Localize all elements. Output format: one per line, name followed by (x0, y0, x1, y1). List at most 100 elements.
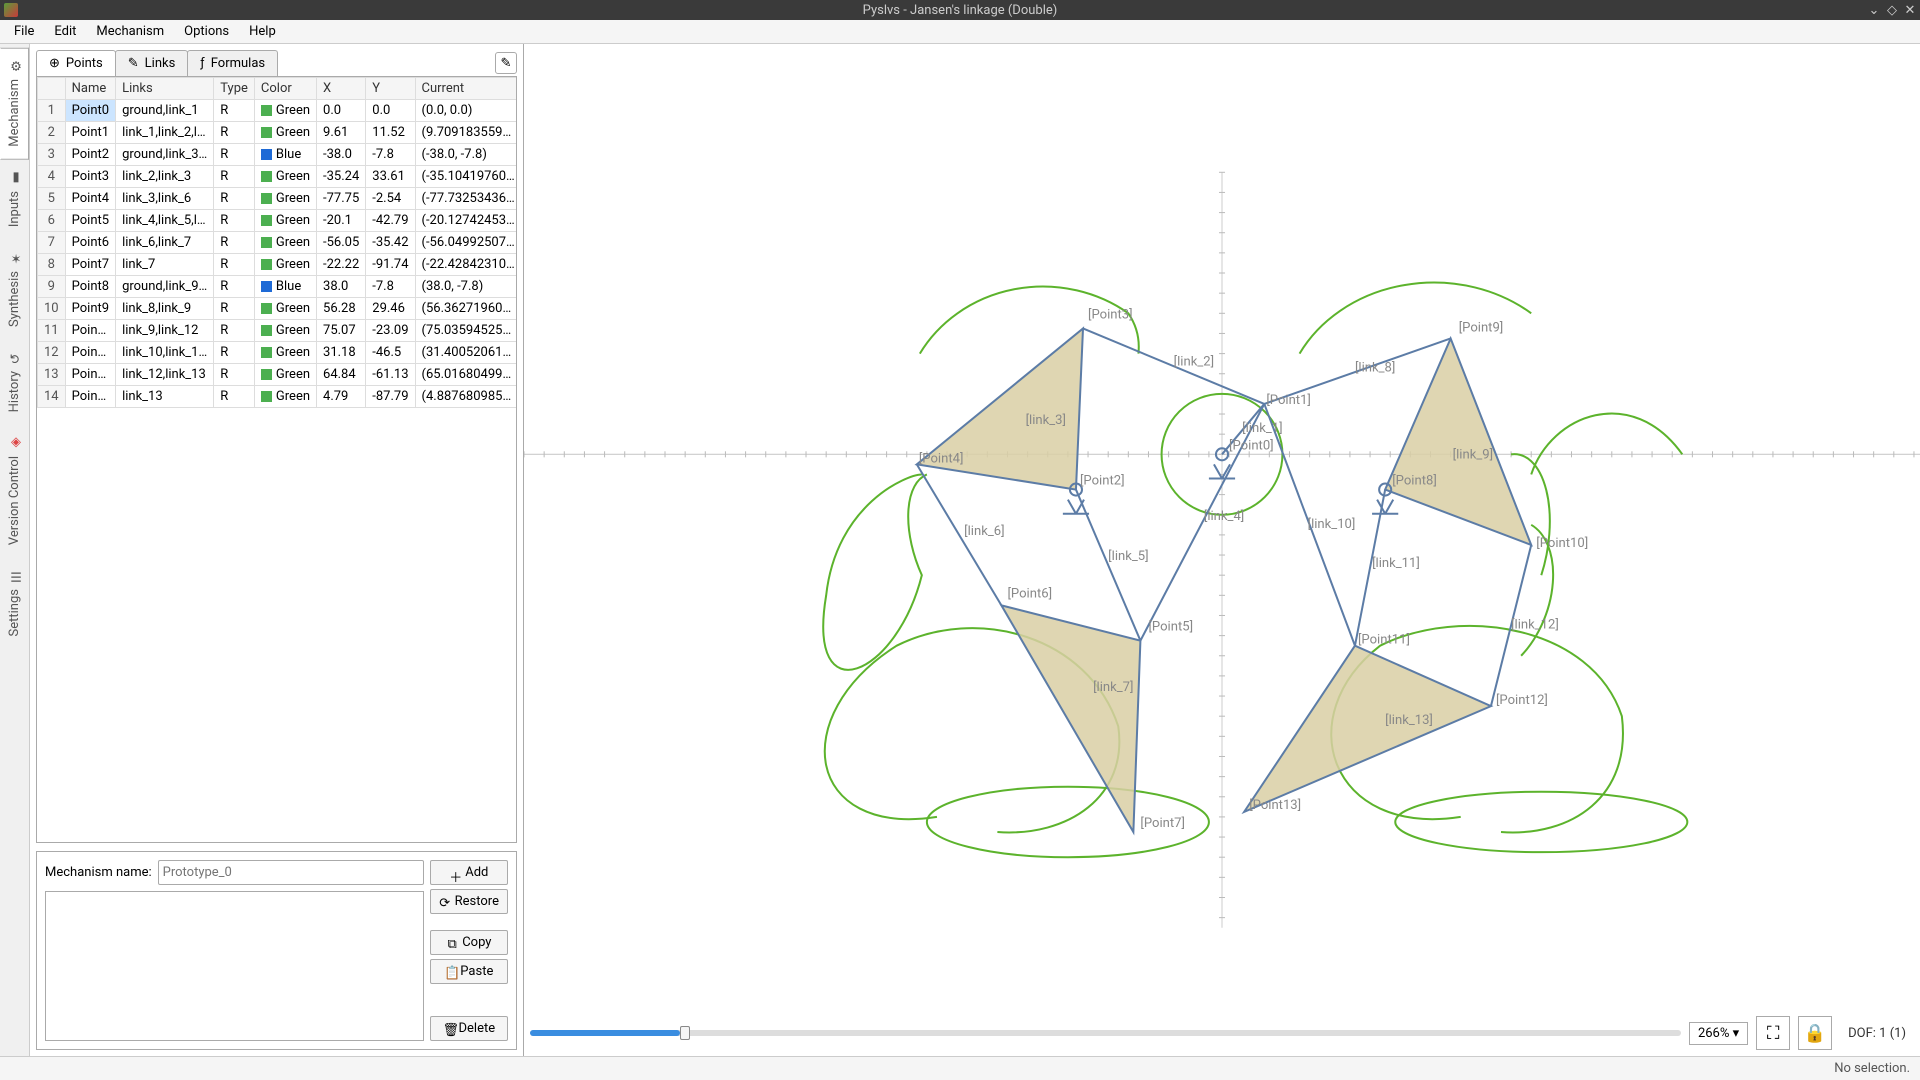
menu-mechanism[interactable]: Mechanism (86, 21, 174, 42)
menubar: File Edit Mechanism Options Help (0, 20, 1920, 44)
svg-text:[link_8]: [link_8] (1355, 361, 1395, 376)
table-row[interactable]: 3 Point2 ground,link_3…R Blue -38.0-7.8(… (38, 144, 518, 166)
table-row[interactable]: 14 Poin… link_13R Green 4.79-87.79(4.887… (38, 386, 518, 408)
table-row[interactable]: 11 Poin… link_9,link_12R Green 75.07-23.… (38, 320, 518, 342)
delete-button[interactable]: 🗑Delete (430, 1016, 508, 1041)
col-y[interactable]: Y (366, 78, 415, 100)
mechanism-panel: ⊕Points ✎Links ƒFormulas ✎ Name Links Ty… (30, 44, 524, 1056)
svg-text:[Point2]: [Point2] (1080, 474, 1125, 489)
svg-text:[link_11]: [link_11] (1372, 556, 1420, 571)
expand-icon: ⛶ (1767, 1023, 1780, 1044)
sidebar-tab-mechanism[interactable]: Mechanism⚙ (0, 48, 29, 160)
table-row[interactable]: 2 Point1 link_1,link_2,l…R Green 9.6111.… (38, 122, 518, 144)
copy-button[interactable]: ⧉Copy (430, 930, 508, 955)
pencil-icon: ✎ (501, 56, 512, 71)
svg-text:[Point9]: [Point9] (1459, 320, 1504, 335)
col-name[interactable]: Name (65, 78, 115, 100)
sidebar-tab-synthesis[interactable]: Synthesis✶ (0, 240, 29, 340)
mech-name-input[interactable] (158, 860, 424, 885)
close-icon[interactable]: ✕ (1904, 4, 1916, 16)
zoom-dropdown[interactable]: 266% ▾ (1689, 1022, 1748, 1045)
mech-name-label: Mechanism name: (45, 865, 152, 880)
point-icon: ⊕ (49, 56, 60, 71)
svg-text:[Point0]: [Point0] (1229, 438, 1274, 453)
lock-icon: 🔒 (1804, 1023, 1826, 1044)
svg-text:[Point5]: [Point5] (1148, 620, 1193, 635)
svg-text:[link_2]: [link_2] (1174, 355, 1214, 370)
table-row[interactable]: 10 Point9 link_8,link_9R Green 56.2829.4… (38, 298, 518, 320)
restore-button[interactable]: ⟳Restore (430, 889, 508, 914)
app-icon (4, 3, 18, 17)
table-row[interactable]: 8 Point7 link_7R Green -22.22-91.74(-22.… (38, 254, 518, 276)
synthesis-icon: ✶ (9, 253, 21, 265)
svg-text:[Point7]: [Point7] (1140, 816, 1185, 831)
titlebar: Pyslvs - Jansen's linkage (Double) ⌄ ◇ ✕ (0, 0, 1920, 20)
menu-edit[interactable]: Edit (44, 21, 86, 42)
inputs-icon: ▮ (9, 173, 21, 185)
col-type[interactable]: Type (214, 78, 255, 100)
svg-text:[link_10]: [link_10] (1308, 517, 1356, 532)
table-row[interactable]: 12 Poin… link_10,link_1…R Green 31.18-46… (38, 342, 518, 364)
table-row[interactable]: 4 Point3 link_2,link_3R Green -35.2433.6… (38, 166, 518, 188)
col-links[interactable]: Links (116, 78, 214, 100)
table-row[interactable]: 7 Point6 link_6,link_7R Green -56.05-35.… (38, 232, 518, 254)
svg-text:[link_6]: [link_6] (964, 524, 1004, 539)
svg-text:[Point8]: [Point8] (1392, 474, 1437, 489)
link-icon: ✎ (128, 56, 139, 71)
tab-points[interactable]: ⊕Points (36, 50, 116, 76)
svg-text:[Point6]: [Point6] (1007, 586, 1052, 601)
mechanism-canvas[interactable]: [Point0] [Point1] [Point2] [Point3] [Poi… (524, 44, 1920, 1056)
sliders-icon: ☰ (9, 571, 21, 583)
table-row[interactable]: 5 Point4 link_3,link_6R Green -77.75-2.5… (38, 188, 518, 210)
table-row[interactable]: 9 Point8 ground,link_9…R Blue 38.0-7.8(3… (38, 276, 518, 298)
col-current[interactable]: Current (415, 78, 517, 100)
sidebar-tab-settings[interactable]: Settings☰ (0, 558, 29, 649)
svg-text:[link_1]: [link_1] (1242, 421, 1282, 436)
tab-links[interactable]: ✎Links (115, 50, 189, 76)
minimize-icon[interactable]: ⌄ (1868, 4, 1880, 16)
menu-file[interactable]: File (4, 21, 44, 42)
git-icon: ◈ (9, 438, 21, 450)
lock-view-button[interactable]: 🔒 (1798, 1016, 1832, 1050)
frame-slider[interactable] (530, 1030, 1681, 1036)
paste-icon: 📋 (444, 966, 456, 978)
paste-button[interactable]: 📋Paste (430, 959, 508, 984)
status-text: No selection. (1834, 1061, 1910, 1076)
sidebar-tab-version[interactable]: Version Control◈ (0, 425, 29, 558)
formula-icon: ƒ (200, 56, 204, 71)
col-x[interactable]: X (317, 78, 366, 100)
fit-view-button[interactable]: ⛶ (1756, 1016, 1790, 1050)
plus-icon: ＋ (449, 867, 461, 879)
sidebar-tab-inputs[interactable]: Inputs▮ (0, 160, 29, 240)
restore-icon: ⟳ (439, 896, 451, 908)
svg-text:[Point13]: [Point13] (1249, 798, 1301, 813)
add-button[interactable]: ＋Add (430, 860, 508, 885)
gear-icon: ⚙ (9, 61, 21, 73)
trash-icon: 🗑 (443, 1023, 455, 1035)
svg-text:[link_5]: [link_5] (1108, 549, 1148, 564)
svg-text:[link_9]: [link_9] (1453, 447, 1493, 462)
sidebar-tab-history[interactable]: History↺ (0, 340, 29, 425)
maximize-icon[interactable]: ◇ (1886, 4, 1898, 16)
menu-options[interactable]: Options (174, 21, 239, 42)
dof-label: DOF: 1 (1) (1840, 1023, 1914, 1044)
statusbar: No selection. (0, 1056, 1920, 1080)
edit-table-button[interactable]: ✎ (495, 52, 517, 74)
svg-text:[Point4]: [Point4] (919, 451, 964, 466)
storage-panel: Mechanism name: ＋Add ⟳Restore ⧉Copy 📋Pas… (36, 851, 517, 1050)
svg-text:[Point10]: [Point10] (1536, 536, 1588, 551)
menu-help[interactable]: Help (239, 21, 286, 42)
tab-formulas[interactable]: ƒFormulas (187, 50, 278, 76)
table-row[interactable]: 13 Poin… link_12,link_13R Green 64.84-61… (38, 364, 518, 386)
svg-text:[Point1]: [Point1] (1266, 393, 1311, 408)
svg-text:[link_7]: [link_7] (1093, 680, 1133, 695)
points-table[interactable]: Name Links Type Color X Y Current 1 Poin… (36, 76, 517, 843)
table-row[interactable]: 1 Point0 ground,link_1R Green 0.00.0(0.0… (38, 100, 518, 122)
svg-text:[link_3]: [link_3] (1026, 413, 1066, 428)
window-title: Pyslvs - Jansen's linkage (Double) (863, 3, 1058, 18)
storage-list[interactable] (45, 891, 424, 1041)
table-row[interactable]: 6 Point5 link_4,link_5,l…R Green -20.1-4… (38, 210, 518, 232)
col-color[interactable]: Color (254, 78, 316, 100)
svg-text:[Point12]: [Point12] (1496, 693, 1548, 708)
canvas-svg: [Point0] [Point1] [Point2] [Point3] [Poi… (524, 44, 1920, 1056)
